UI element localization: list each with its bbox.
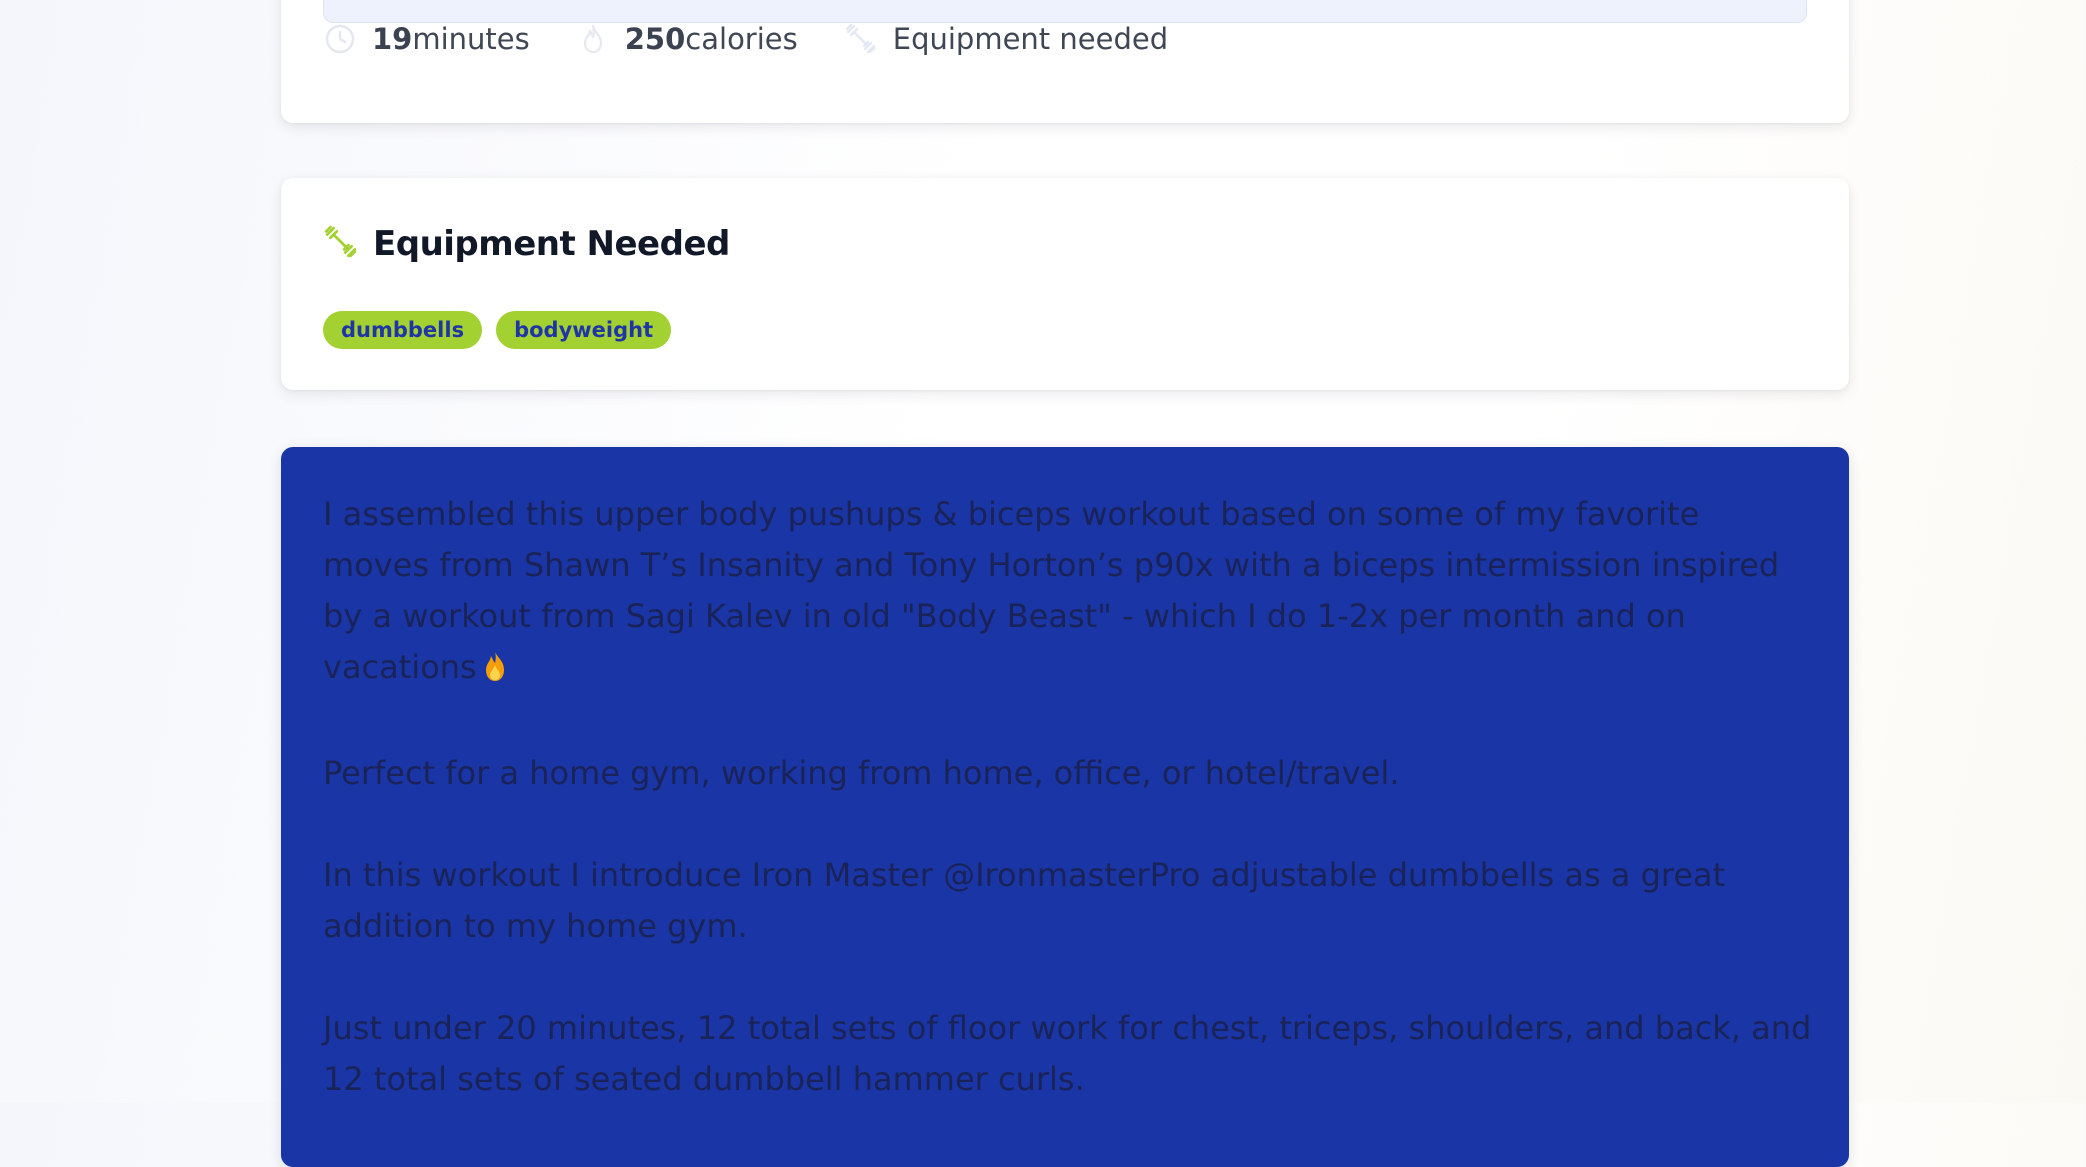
description-text: I assembled this upper body pushups & bi… [323,489,1813,1156]
equipment-stat: Equipment needed [844,22,1168,56]
stats-row: 19 minutes 250 calories Equipment needed [323,16,1214,62]
duration-stat: 19 minutes [323,22,530,56]
duration-unit: minutes [412,22,530,56]
duration-value: 19 [372,22,413,56]
calories-stat: 250 calories [576,22,798,56]
dumbbell-icon [323,224,359,264]
fire-emoji-icon [483,646,507,697]
clock-icon [323,22,357,56]
equipment-tags: dumbbells bodyweight [323,311,685,349]
description-paragraph: In this workout I introduce Iron Master … [323,856,1726,945]
description-paragraph: Just under 20 minutes, 12 total sets of … [323,1009,1812,1098]
tag-bodyweight[interactable]: bodyweight [496,311,672,349]
flame-icon [576,22,610,56]
description-paragraph: Perfect for a home gym, working from hom… [323,754,1400,792]
description-paragraph: I assembled this upper body pushups & bi… [323,489,1813,697]
calories-value: 250 [624,22,686,56]
equipment-card: Equipment Needed dumbbells bodyweight [281,178,1849,390]
calories-unit: calories [685,22,798,56]
description-card: I assembled this upper body pushups & bi… [281,447,1849,1167]
equipment-header: Equipment Needed [323,224,730,264]
tag-dumbbells[interactable]: dumbbells [323,311,483,349]
equipment-label: Equipment needed [892,22,1169,56]
workout-stats-card: 19 minutes 250 calories Equipment needed [281,0,1849,123]
equipment-title: Equipment Needed [373,224,730,264]
dumbbell-icon [844,22,878,56]
